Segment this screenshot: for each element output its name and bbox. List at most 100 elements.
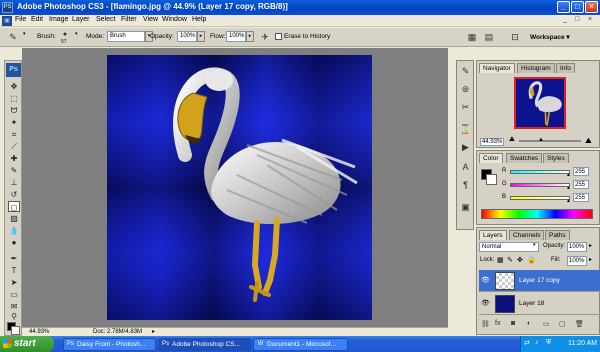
bridge-icon[interactable]: ⊡ — [509, 31, 521, 43]
opacity-arrow-icon[interactable]: ▸ — [197, 31, 205, 42]
fill-input[interactable]: 100% — [567, 256, 587, 266]
history-brush-tool-icon[interactable]: ↺ — [8, 189, 20, 200]
taskbar-button-word[interactable]: W Document1 - Microsof... — [253, 338, 348, 351]
channel-b-value[interactable]: 255 — [573, 193, 589, 202]
magic-wand-tool-icon[interactable]: ✦ — [8, 117, 20, 128]
layer-name[interactable]: Layer 17 copy — [519, 277, 560, 284]
channel-r-slider[interactable] — [510, 170, 570, 174]
crop-tool-icon[interactable]: ⌗ — [8, 129, 20, 140]
clone-source-icon[interactable]: ⊛ — [459, 83, 472, 96]
workspace-button[interactable]: Workspace ▾ — [530, 33, 570, 41]
tab-color[interactable]: Color — [479, 153, 503, 163]
fill-arrow-icon[interactable]: ▸ — [589, 256, 592, 263]
dodge-tool-icon[interactable]: ● — [8, 237, 20, 248]
slice-tool-icon[interactable]: ⟋ — [8, 141, 20, 152]
channel-r-thumb[interactable]: ▲ — [566, 172, 571, 178]
brushes-palette-icon[interactable]: ▦ — [466, 31, 478, 43]
status-arrow-icon[interactable]: ▸ — [152, 328, 155, 335]
move-tool-icon[interactable]: ✥ — [8, 81, 20, 92]
channel-g-slider[interactable] — [510, 183, 570, 187]
zoom-out-icon[interactable]: ⛰ — [509, 136, 515, 144]
history-icon[interactable]: ⌛ — [459, 123, 472, 136]
toggle-palette-icon[interactable]: ▤ — [483, 31, 495, 43]
tab-swatches[interactable]: Swatches — [506, 153, 543, 163]
adjustment-layer-icon[interactable]: ◐ — [527, 320, 531, 327]
maximize-button[interactable]: □ — [571, 1, 584, 13]
blur-tool-icon[interactable]: 💧 — [8, 225, 20, 236]
flow-arrow-icon[interactable]: ▸ — [246, 31, 254, 42]
type-tool-icon[interactable]: T — [8, 265, 20, 276]
new-group-icon[interactable]: ▭ — [543, 320, 550, 328]
doc-restore-button[interactable]: □ — [575, 16, 579, 23]
flow-input[interactable]: 100% — [226, 31, 246, 42]
menu-layer[interactable]: Layer — [72, 16, 90, 23]
brushes-icon[interactable]: ✎ — [459, 65, 472, 78]
path-selection-tool-icon[interactable]: ➤ — [8, 277, 20, 288]
eraser-tool-icon[interactable]: ◻ — [8, 201, 20, 212]
volume-icon[interactable]: ♪ — [535, 339, 539, 346]
layer-row-layer-17-copy[interactable]: 👁 Layer 17 copy — [479, 270, 600, 292]
zoom-slider-thumb[interactable]: ▲ — [538, 137, 544, 143]
security-icon[interactable]: ⛨ — [546, 339, 551, 347]
new-layer-icon[interactable]: ▢ — [559, 320, 566, 328]
image-canvas[interactable] — [107, 55, 372, 320]
doc-size-info[interactable]: Doc: 2.78M/4.83M — [93, 329, 142, 335]
layer-comps-icon[interactable]: ▣ — [459, 201, 472, 214]
menu-filter[interactable]: Filter — [121, 16, 137, 23]
tab-channels[interactable]: Channels — [509, 230, 545, 240]
layer-mask-icon[interactable]: ◙ — [511, 320, 515, 327]
channel-b-slider[interactable] — [510, 196, 570, 200]
menu-edit[interactable]: Edit — [31, 16, 43, 23]
menu-view[interactable]: View — [143, 16, 158, 23]
blend-mode-arrow-icon[interactable]: ▾ — [533, 242, 536, 248]
zoom-in-icon[interactable]: ⛰ — [585, 136, 592, 146]
taskbar-button-photoshop[interactable]: Ps Adobe Photoshop CS... — [158, 338, 251, 351]
shape-tool-icon[interactable]: ▭ — [8, 289, 20, 300]
brush-tool-icon[interactable]: ✎ — [8, 165, 20, 176]
menu-image[interactable]: Image — [49, 16, 68, 23]
layer-opacity-input[interactable]: 100% — [567, 242, 587, 252]
doc-minimize-button[interactable]: _ — [563, 16, 567, 23]
navigator-thumbnail[interactable] — [514, 77, 566, 129]
doc-close-button[interactable]: × — [588, 16, 592, 23]
lock-position-icon[interactable]: ✥ — [517, 256, 523, 264]
paragraph-icon[interactable]: ¶ — [459, 179, 472, 192]
tab-layers[interactable]: Layers — [479, 230, 507, 240]
tab-navigator[interactable]: Navigator — [479, 63, 515, 73]
start-button[interactable]: start — [0, 336, 54, 352]
taskbar-button-daisy[interactable]: Ps Daisy Front - Photosh... — [63, 338, 156, 351]
channel-b-thumb[interactable]: ▲ — [566, 198, 571, 204]
navigator-zoom-field[interactable]: 44.93% — [480, 138, 505, 146]
opacity-input[interactable]: 100% — [177, 31, 197, 42]
eyedropper-tool-icon[interactable]: ⚲ — [8, 311, 20, 322]
visibility-eye-icon[interactable]: 👁 — [481, 276, 490, 285]
tab-paths[interactable]: Paths — [545, 230, 570, 240]
mode-select[interactable]: Brush — [107, 31, 145, 42]
visibility-eye-icon[interactable]: 👁 — [481, 299, 490, 308]
tab-histogram[interactable]: Histogram — [517, 63, 555, 73]
close-button[interactable]: × — [585, 1, 598, 13]
brush-arrow-icon[interactable]: ▾ — [75, 31, 78, 37]
zoom-level[interactable]: 44.93% — [29, 329, 49, 335]
erase-history-checkbox[interactable] — [275, 33, 282, 40]
minimize-button[interactable]: _ — [557, 1, 570, 13]
marquee-tool-icon[interactable]: ⬚ — [8, 93, 20, 104]
menu-file[interactable]: File — [15, 16, 26, 23]
doc-icon[interactable]: ▣ — [2, 16, 12, 26]
layer-row-layer-18[interactable]: 👁 Layer 18 — [479, 293, 600, 315]
channel-r-value[interactable]: 255 — [573, 167, 589, 176]
lasso-tool-icon[interactable]: ᗢ — [8, 105, 20, 116]
layer-style-icon[interactable]: fx — [495, 320, 500, 327]
tab-info[interactable]: Info — [556, 63, 575, 73]
network-icon[interactable]: ⇄ — [524, 339, 530, 347]
menu-window[interactable]: Window — [162, 16, 187, 23]
eraser-preset-icon[interactable]: ✎ — [7, 31, 19, 43]
channel-g-value[interactable]: 255 — [573, 180, 589, 189]
preset-arrow-icon[interactable]: ▾ — [23, 31, 26, 37]
blend-mode-select[interactable]: Normal — [479, 242, 539, 252]
healing-tool-icon[interactable]: ✚ — [8, 153, 20, 164]
color-spectrum-ramp[interactable] — [481, 209, 593, 219]
background-color-swatch[interactable] — [11, 326, 20, 335]
actions-icon[interactable]: ▶ — [459, 141, 472, 154]
gradient-tool-icon[interactable]: ▨ — [8, 213, 20, 224]
